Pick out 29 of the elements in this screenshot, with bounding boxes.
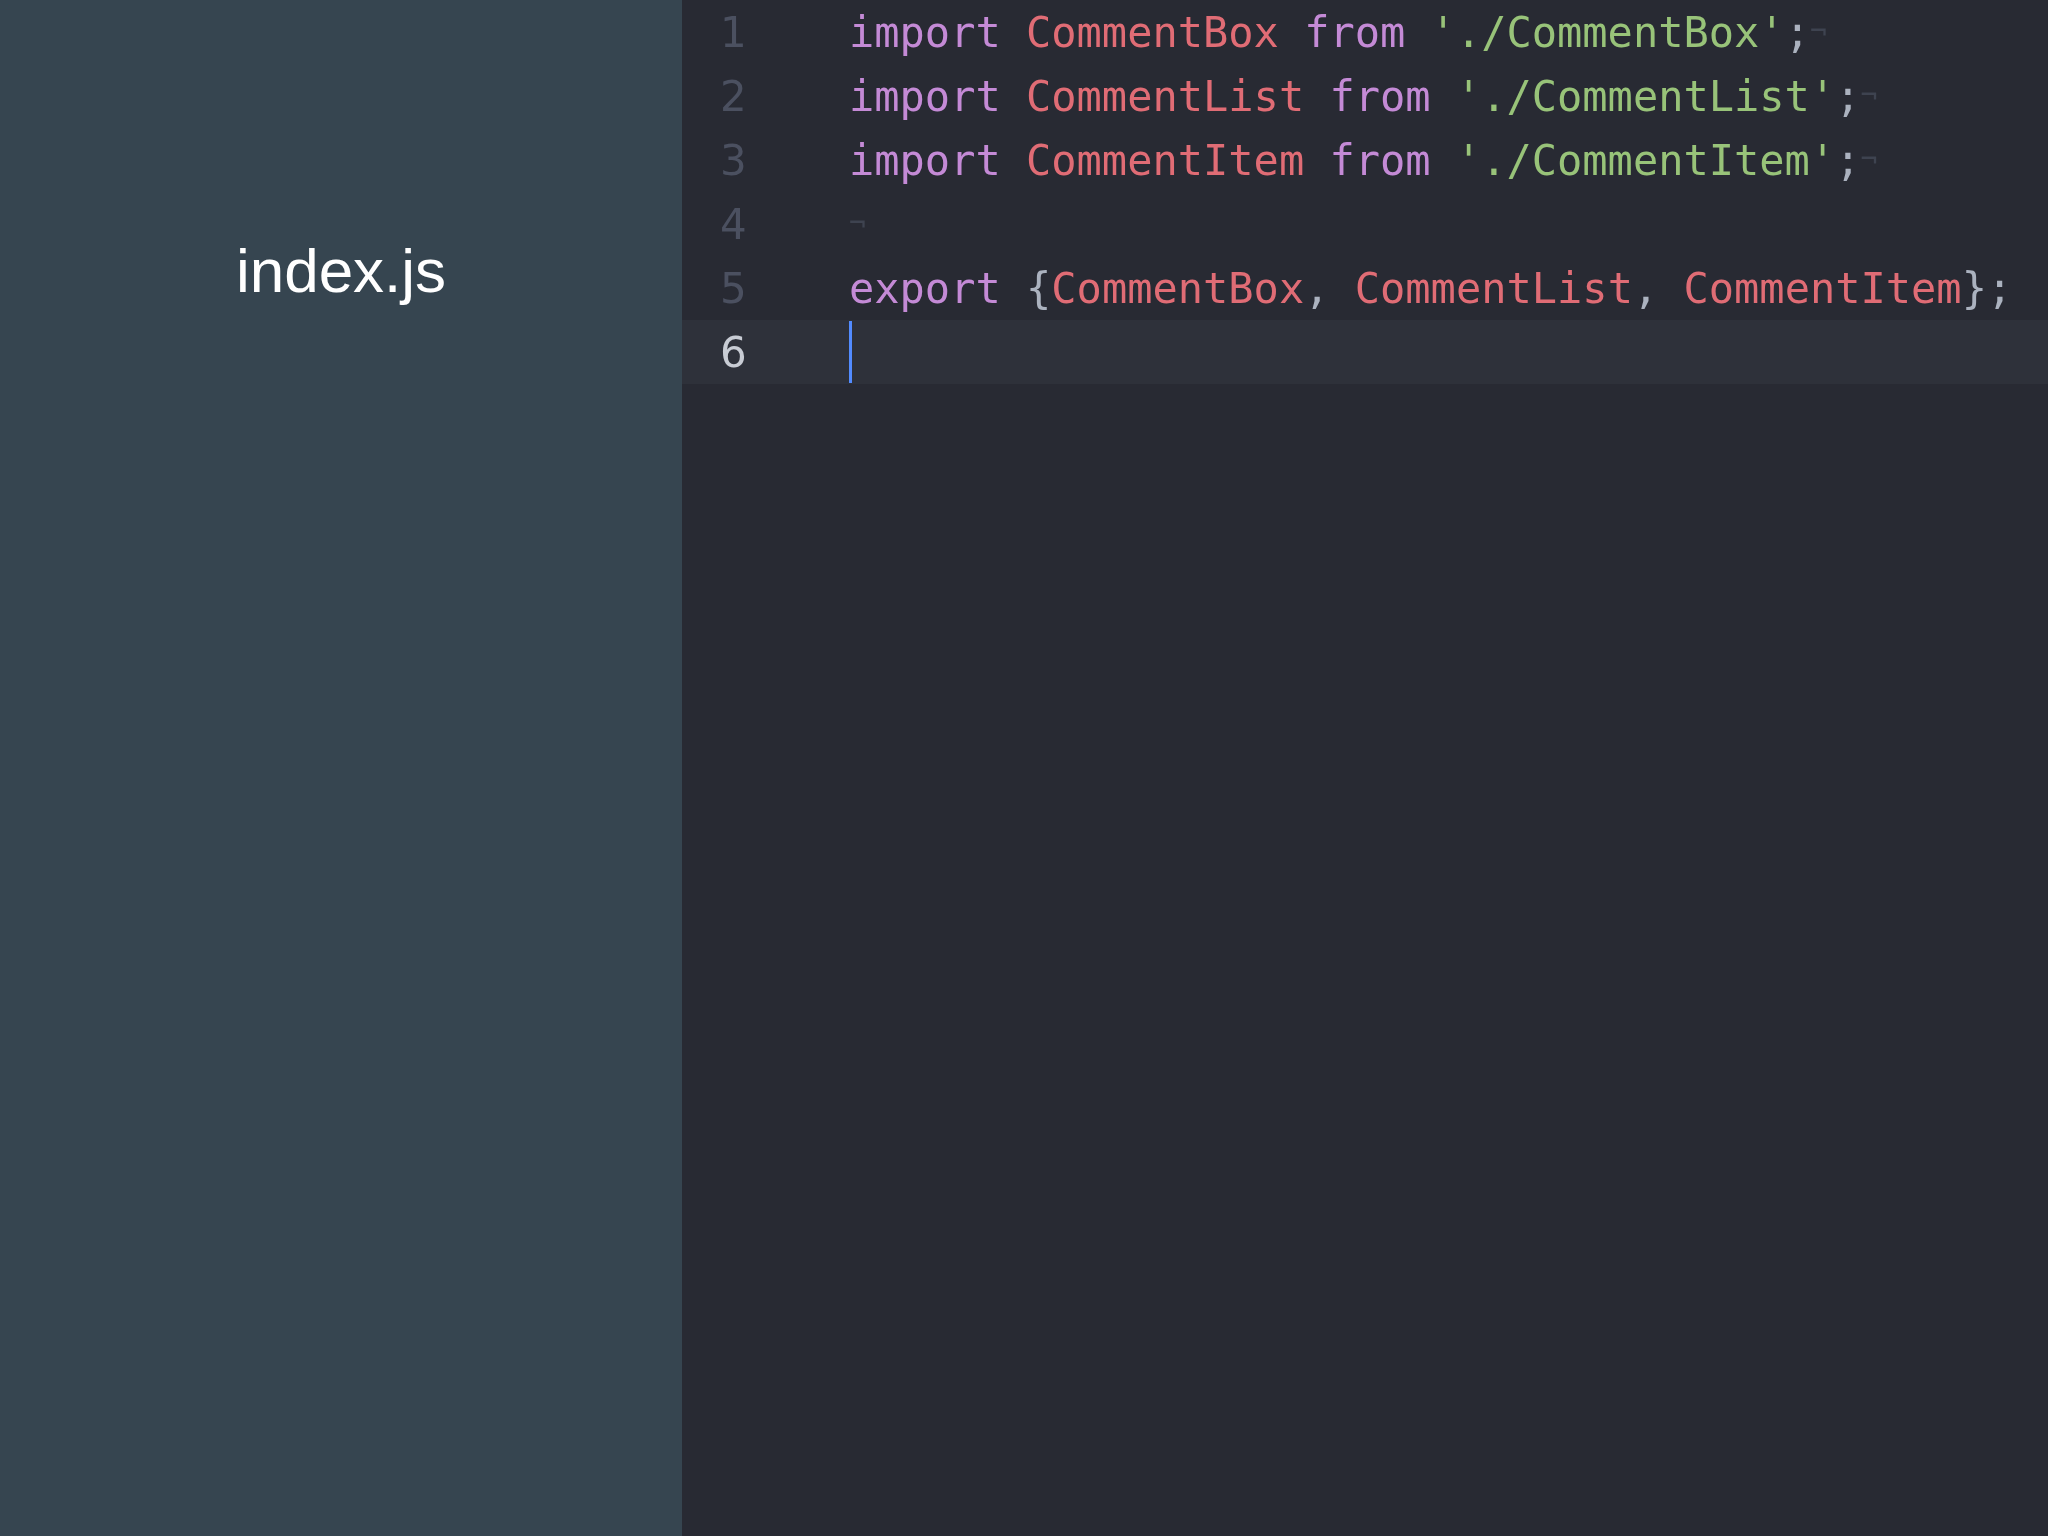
line-number: 6 [719, 326, 748, 379]
code-token: from [1329, 134, 1432, 187]
code-token: from [1329, 70, 1432, 123]
text-cursor [849, 321, 852, 383]
code-token: CommentList [1354, 262, 1633, 315]
code-token: CommentItem [1683, 262, 1962, 315]
code-token: , [1304, 262, 1331, 315]
code-token: './CommentItem' [1455, 134, 1836, 187]
end-of-line-mark: ¬ [849, 206, 866, 242]
code-token: ; [1835, 134, 1861, 187]
code-token: import [849, 70, 1002, 123]
code-token: './CommentBox' [1430, 6, 1785, 59]
code-token: ; [1835, 70, 1861, 123]
code-token: }; [1961, 262, 2013, 315]
end-of-line-mark: ¬ [1860, 78, 1878, 114]
end-of-line-mark: ¬ [1860, 142, 1878, 178]
code-token: export [849, 262, 1002, 315]
code-token: { [1026, 262, 1052, 315]
code-token: CommentList [1026, 70, 1306, 123]
code-token: import [849, 134, 1002, 187]
code-token: from [1304, 6, 1407, 59]
code-token: , [1632, 262, 1660, 315]
end-of-line-mark: ¬ [1809, 14, 1827, 50]
code-token: './CommentList' [1455, 70, 1836, 123]
code-token: CommentBox [1026, 6, 1280, 59]
code-token: import [849, 6, 1002, 59]
code-token: CommentItem [1026, 134, 1306, 187]
code-token: ; [1784, 6, 1810, 59]
code-token: CommentBox [1051, 262, 1305, 315]
